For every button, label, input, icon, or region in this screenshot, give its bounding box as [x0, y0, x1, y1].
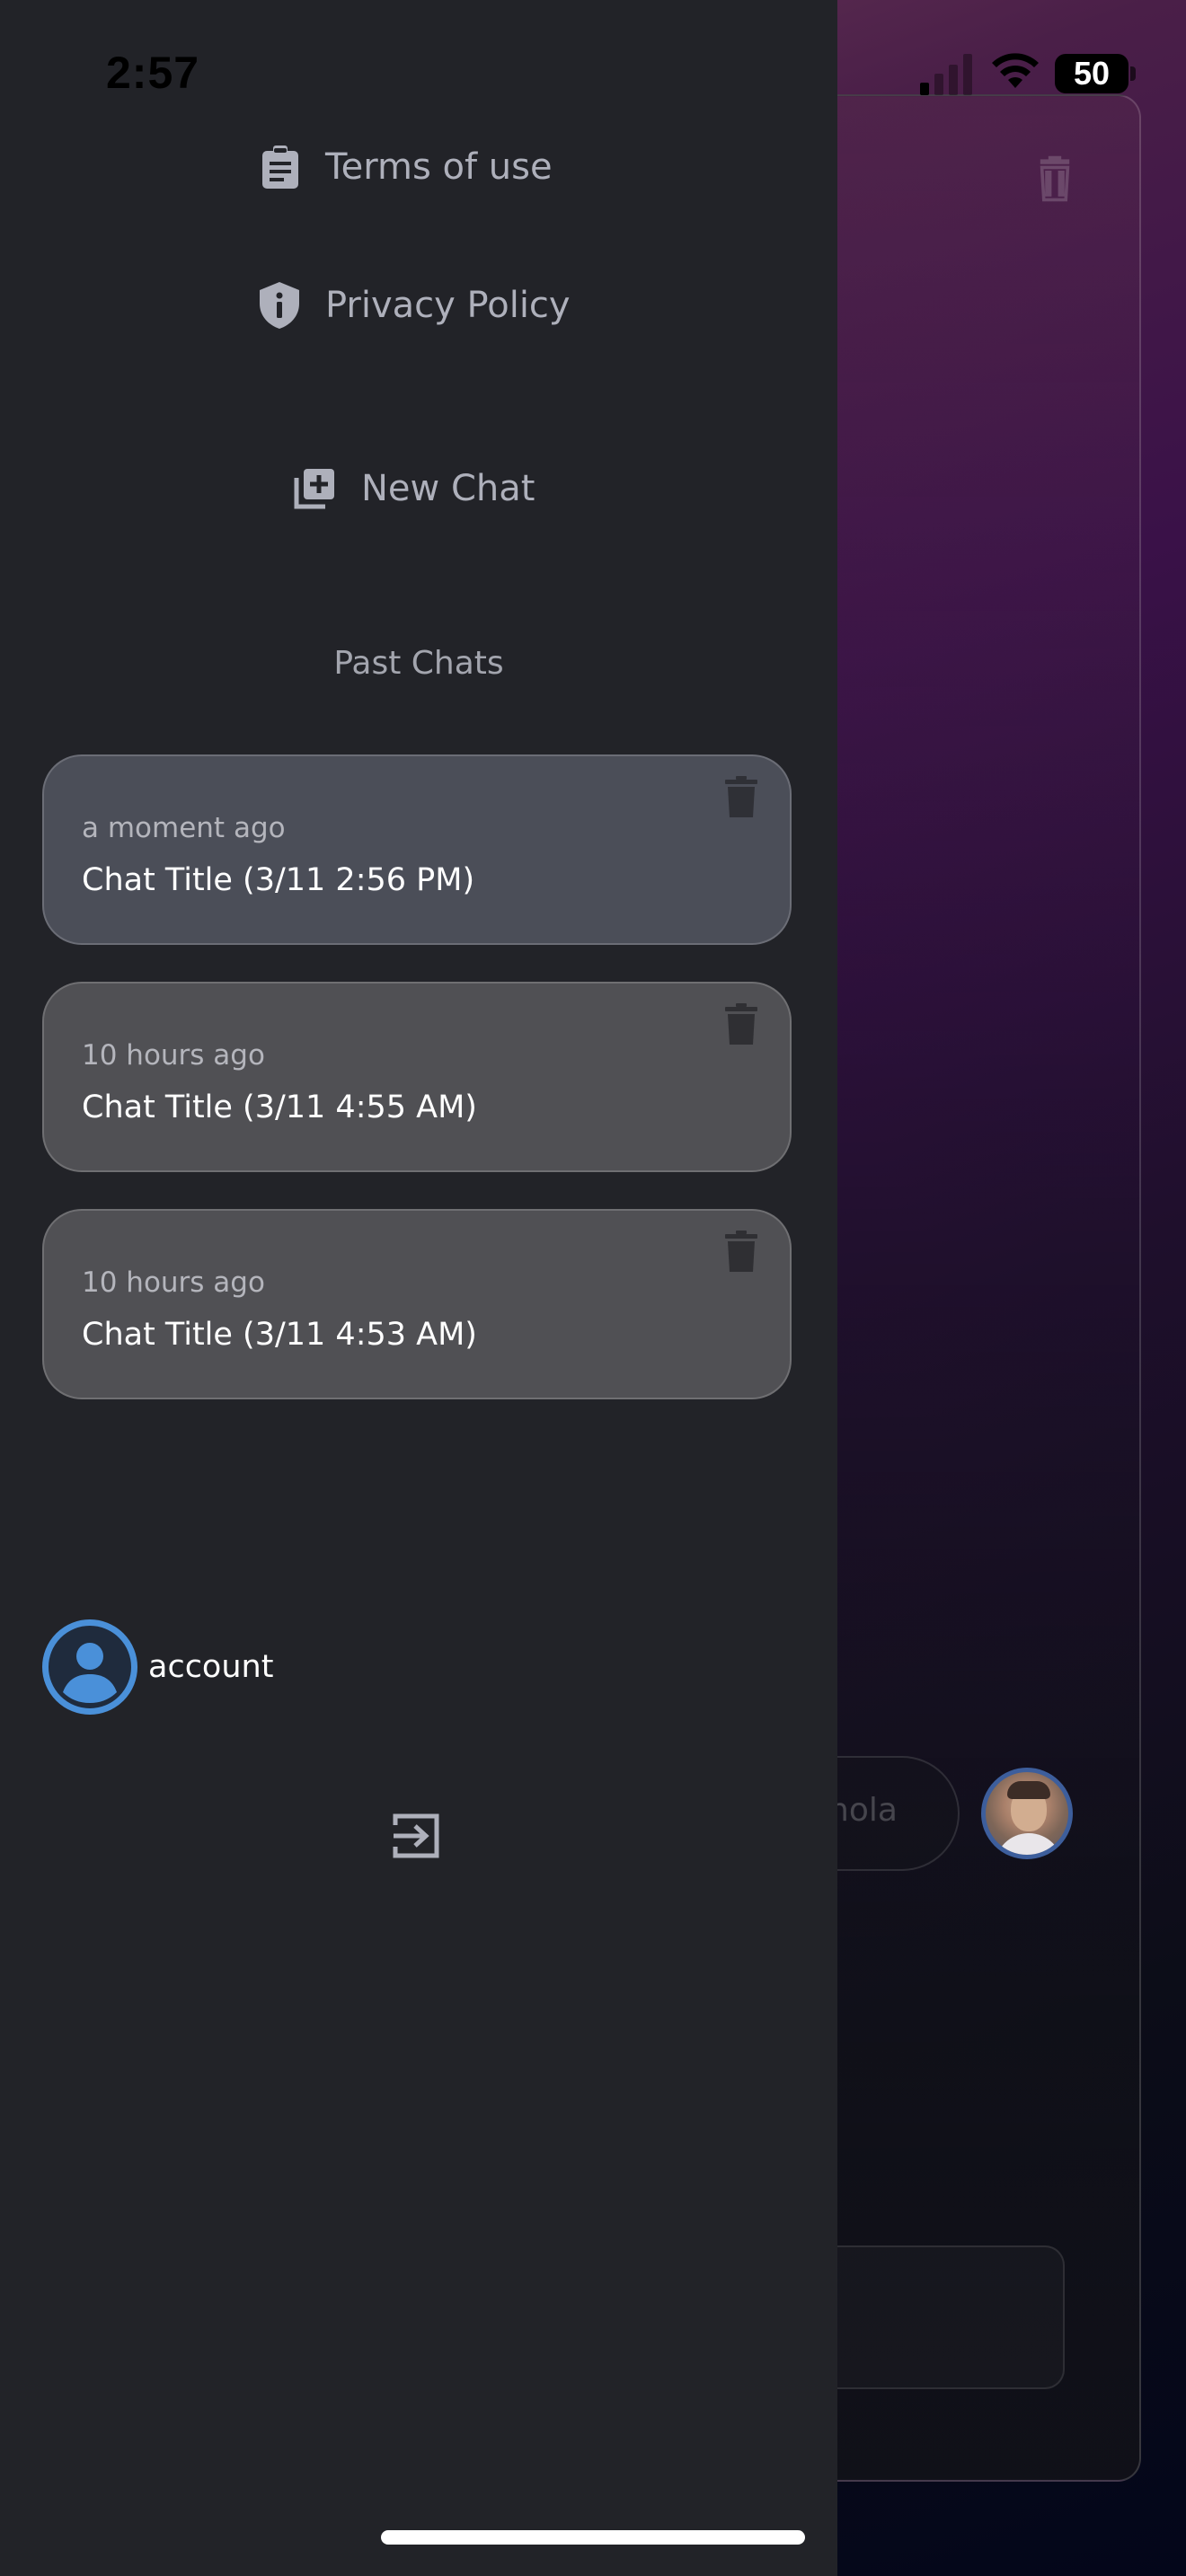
- past-chats-heading: Past Chats: [333, 645, 504, 682]
- terms-of-use-link[interactable]: Terms of use: [261, 142, 553, 192]
- delete-chat-icon[interactable]: [725, 776, 757, 817]
- add-chat-icon: [294, 469, 334, 509]
- chat-time: a moment ago: [82, 812, 286, 844]
- chat-title: Chat Title (3/11 4:55 AM): [82, 1090, 477, 1125]
- status-time: 2:57: [106, 48, 200, 98]
- wifi-icon: [992, 53, 1039, 88]
- trash-icon[interactable]: [1035, 154, 1075, 203]
- clipboard-icon: [262, 146, 298, 189]
- cellular-signal-icon: [920, 54, 972, 95]
- account-label: account: [148, 1649, 274, 1685]
- battery-indicator: 50: [1055, 54, 1128, 93]
- delete-chat-icon[interactable]: [725, 1231, 757, 1272]
- chat-title: Chat Title (3/11 2:56 PM): [82, 862, 475, 898]
- privacy-policy-label: Privacy Policy: [325, 285, 571, 326]
- terms-of-use-label: Terms of use: [325, 146, 553, 188]
- chat-title: Chat Title (3/11 4:53 AM): [82, 1317, 477, 1353]
- side-drawer: 2:57 Terms of use Privacy Policy New Cha…: [0, 0, 837, 2576]
- user-message-text: hola: [828, 1792, 898, 1829]
- account-avatar-icon: [42, 1619, 137, 1715]
- chat-time: 10 hours ago: [82, 1266, 265, 1299]
- chat-list-item[interactable]: 10 hours ago Chat Title (3/11 4:53 AM): [42, 1209, 792, 1399]
- user-avatar: [981, 1768, 1073, 1859]
- battery-cap: [1130, 66, 1136, 81]
- new-chat-label: New Chat: [361, 468, 535, 509]
- logout-icon[interactable]: [392, 1811, 442, 1861]
- chat-list-item[interactable]: 10 hours ago Chat Title (3/11 4:55 AM): [42, 982, 792, 1172]
- home-indicator: [381, 2530, 805, 2545]
- chat-list-item[interactable]: a moment ago Chat Title (3/11 2:56 PM): [42, 754, 792, 945]
- new-chat-button[interactable]: New Chat: [293, 462, 535, 516]
- shield-info-icon: [260, 282, 299, 329]
- delete-chat-icon[interactable]: [725, 1003, 757, 1045]
- chat-time: 10 hours ago: [82, 1039, 265, 1072]
- privacy-policy-link[interactable]: Privacy Policy: [259, 278, 571, 332]
- account-button[interactable]: account: [42, 1619, 273, 1715]
